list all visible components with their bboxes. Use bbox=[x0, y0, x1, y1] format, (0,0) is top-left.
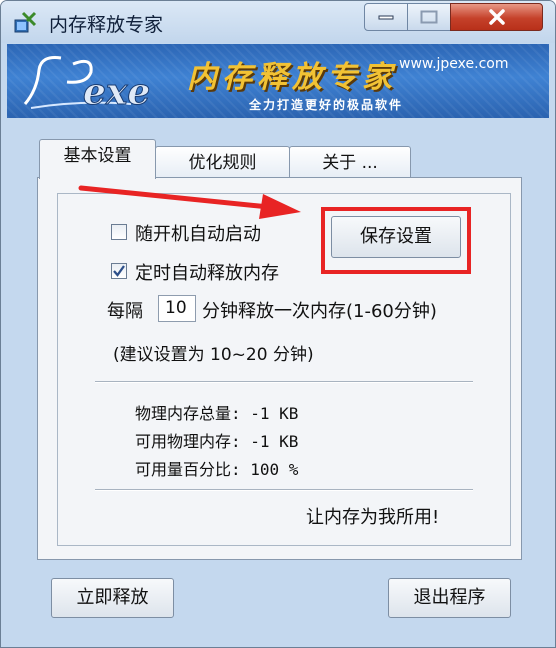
release-now-button[interactable]: 立即释放 bbox=[51, 578, 174, 618]
interval-prefix: 每隔 bbox=[107, 301, 143, 322]
interval-input[interactable]: 10 bbox=[158, 295, 196, 322]
checkmark-icon bbox=[113, 265, 125, 277]
bottom-slogan: 让内存为我所用! bbox=[306, 507, 440, 528]
tab-basic-settings[interactable]: 基本设置 bbox=[39, 139, 156, 179]
annotation-highlight-box bbox=[321, 207, 471, 274]
timed-release-checkbox[interactable] bbox=[111, 263, 127, 279]
annotation-arrow-icon bbox=[78, 185, 301, 219]
divider bbox=[95, 489, 473, 491]
interval-suffix: 分钟释放一次内存(1-60分钟) bbox=[202, 301, 437, 322]
interval-suggestion: (建议设置为 10~20 分钟) bbox=[113, 345, 314, 365]
timed-release-label: 定时自动释放内存 bbox=[135, 263, 279, 284]
divider bbox=[95, 381, 473, 383]
available-percent: 可用量百分比: 100 % bbox=[135, 460, 299, 479]
physical-memory-available: 可用物理内存: -1 KB bbox=[135, 432, 299, 451]
autostart-label: 随开机自动启动 bbox=[135, 224, 261, 245]
autostart-checkbox[interactable] bbox=[111, 224, 127, 240]
exit-button[interactable]: 退出程序 bbox=[388, 578, 511, 618]
app-window: 内存释放专家 exe 内存释放专家 www.jpexe.com 全力打造更好的极… bbox=[0, 0, 556, 648]
physical-memory-total: 物理内存总量: -1 KB bbox=[135, 404, 299, 423]
